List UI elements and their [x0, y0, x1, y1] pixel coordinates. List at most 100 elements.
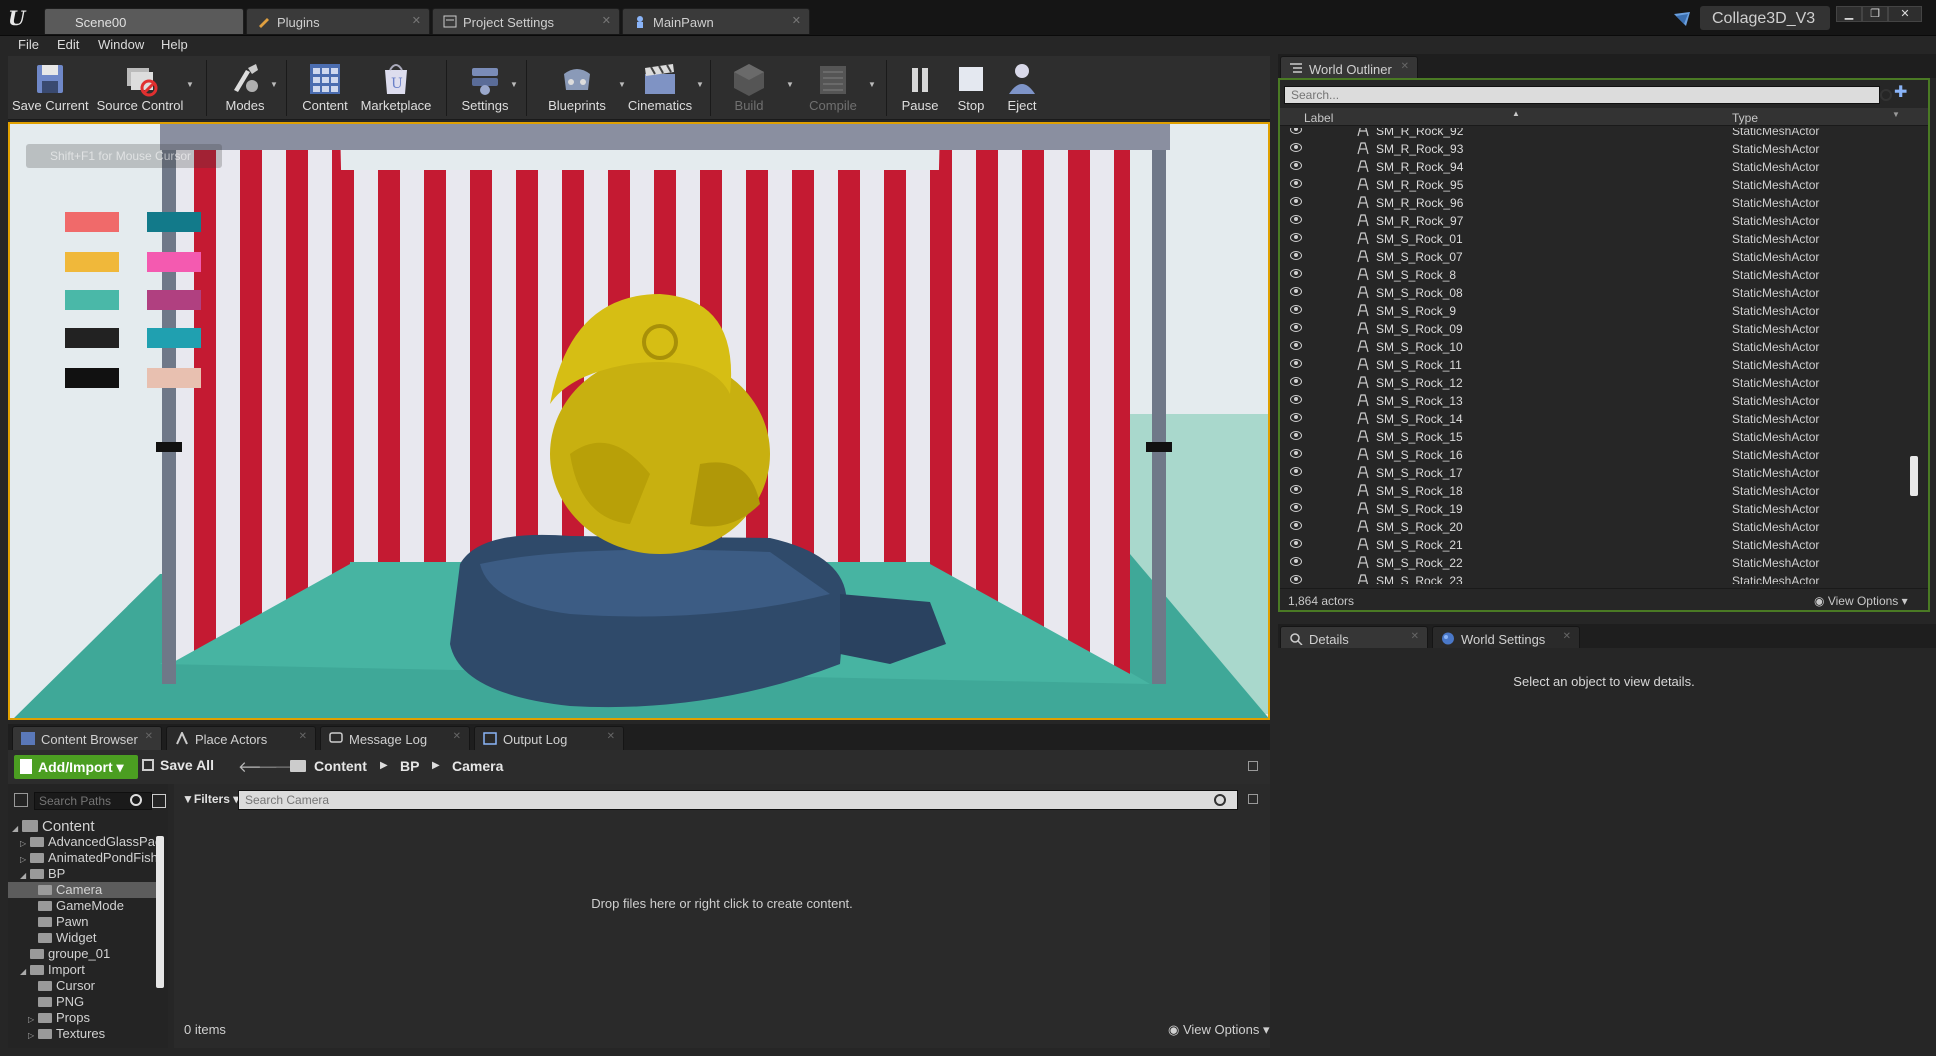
- visibility-eye-icon[interactable]: [1290, 143, 1302, 152]
- close-icon[interactable]: ✕: [1411, 631, 1419, 642]
- dropdown-arrow-icon[interactable]: ▼: [868, 80, 876, 89]
- outliner-row[interactable]: SM_R_Rock_93 StaticMeshActor: [1280, 140, 1928, 158]
- compile-button[interactable]: Compile ▼: [794, 56, 876, 120]
- view-options-button[interactable]: ◉ View Options ▾: [1814, 594, 1908, 608]
- tab-project-settings[interactable]: Project Settings ✕: [432, 8, 620, 34]
- outliner-search-input[interactable]: [1284, 86, 1880, 104]
- tab-message-log[interactable]: Message Log ✕: [320, 726, 470, 750]
- folder-tree-item[interactable]: PNG: [8, 994, 160, 1010]
- visibility-eye-icon[interactable]: [1290, 305, 1302, 314]
- filters-button[interactable]: ▼Filters ▾: [182, 792, 239, 806]
- outliner-row[interactable]: SM_S_Rock_22 StaticMeshActor: [1280, 554, 1928, 572]
- outliner-list[interactable]: SM_R_Rock_92 StaticMeshActor SM_R_Rock_93 S…: [1280, 128, 1928, 584]
- outliner-row[interactable]: SM_S_Rock_8 StaticMeshActor: [1280, 266, 1928, 284]
- outliner-row[interactable]: SM_S_Rock_01 StaticMeshActor: [1280, 230, 1928, 248]
- unreal-logo-icon[interactable]: U: [8, 6, 34, 30]
- column-label[interactable]: Label: [1304, 111, 1333, 125]
- visibility-eye-icon[interactable]: [1290, 431, 1302, 440]
- content-button[interactable]: Content: [294, 56, 356, 120]
- dropdown-arrow-icon[interactable]: ▼: [510, 80, 518, 89]
- folder-tree-item[interactable]: Camera: [8, 882, 160, 898]
- expand-arrow-icon[interactable]: ▷: [28, 1031, 38, 1040]
- level-viewport[interactable]: Shift+F1 for Mouse Cursor: [8, 122, 1270, 720]
- outliner-row[interactable]: SM_S_Rock_08 StaticMeshActor: [1280, 284, 1928, 302]
- close-button[interactable]: ✕: [1888, 6, 1922, 22]
- breadcrumb-bp[interactable]: BP: [400, 758, 419, 774]
- close-icon[interactable]: ✕: [607, 731, 615, 742]
- outliner-row[interactable]: SM_S_Rock_16 StaticMeshActor: [1280, 446, 1928, 464]
- folder-tree-item[interactable]: ◢ BP: [8, 866, 160, 882]
- cinematics-button[interactable]: Cinematics ▼: [620, 56, 704, 120]
- visibility-eye-icon[interactable]: [1290, 128, 1302, 134]
- save-search-icon[interactable]: [1248, 794, 1258, 804]
- visibility-eye-icon[interactable]: [1290, 575, 1302, 584]
- close-icon[interactable]: ✕: [145, 731, 153, 742]
- close-icon[interactable]: ✕: [792, 14, 801, 27]
- outliner-row[interactable]: SM_S_Rock_23 StaticMeshActor: [1280, 572, 1928, 584]
- breadcrumb-camera[interactable]: Camera: [452, 758, 503, 774]
- visibility-eye-icon[interactable]: [1290, 161, 1302, 170]
- visibility-eye-icon[interactable]: [1290, 215, 1302, 224]
- visibility-eye-icon[interactable]: [1290, 467, 1302, 476]
- folder-tree-item[interactable]: ▷ Props: [8, 1010, 160, 1026]
- folder-tree-item[interactable]: Pawn: [8, 914, 160, 930]
- outliner-row[interactable]: SM_R_Rock_97 StaticMeshActor: [1280, 212, 1928, 230]
- outliner-row[interactable]: SM_S_Rock_09 StaticMeshActor: [1280, 320, 1928, 338]
- close-icon[interactable]: ✕: [453, 731, 461, 742]
- expand-arrow-icon[interactable]: ▷: [20, 839, 30, 848]
- folder-tree-item[interactable]: ▷ AdvancedGlassPack: [8, 834, 160, 850]
- outliner-row[interactable]: SM_S_Rock_17 StaticMeshActor: [1280, 464, 1928, 482]
- expand-arrow-icon[interactable]: ▷: [20, 855, 30, 864]
- breadcrumb-content[interactable]: Content: [314, 758, 367, 774]
- source-control-button[interactable]: Source Control ▼: [92, 56, 194, 120]
- expand-arrow-icon[interactable]: ▷: [28, 1015, 38, 1024]
- eject-button[interactable]: Eject: [998, 56, 1046, 120]
- tab-place-actors[interactable]: Place Actors ✕: [166, 726, 316, 750]
- outliner-row[interactable]: SM_S_Rock_9 StaticMeshActor: [1280, 302, 1928, 320]
- outliner-row[interactable]: SM_R_Rock_92 StaticMeshActor: [1280, 128, 1928, 140]
- close-icon[interactable]: ✕: [412, 14, 421, 27]
- visibility-eye-icon[interactable]: [1290, 539, 1302, 548]
- visibility-eye-icon[interactable]: [1290, 323, 1302, 332]
- outliner-row[interactable]: SM_S_Rock_15 StaticMeshActor: [1280, 428, 1928, 446]
- visibility-eye-icon[interactable]: [1290, 251, 1302, 260]
- outliner-row[interactable]: SM_S_Rock_12 StaticMeshActor: [1280, 374, 1928, 392]
- search-icon[interactable]: [130, 794, 142, 806]
- outliner-row[interactable]: SM_S_Rock_20 StaticMeshActor: [1280, 518, 1928, 536]
- visibility-eye-icon[interactable]: [1290, 341, 1302, 350]
- outliner-row[interactable]: SM_R_Rock_94 StaticMeshActor: [1280, 158, 1928, 176]
- tab-mainpawn[interactable]: MainPawn ✕: [622, 8, 810, 34]
- visibility-eye-icon[interactable]: [1290, 287, 1302, 296]
- dropdown-arrow-icon[interactable]: ▼: [786, 80, 794, 89]
- tab-world-outliner[interactable]: World Outliner ✕: [1280, 56, 1418, 80]
- expand-arrow-icon[interactable]: ◢: [12, 824, 22, 833]
- tab-world-settings[interactable]: World Settings ✕: [1432, 626, 1580, 650]
- visibility-eye-icon[interactable]: [1290, 377, 1302, 386]
- menu-file[interactable]: File: [18, 37, 39, 52]
- save-current-button[interactable]: Save Current: [12, 56, 89, 120]
- folder-tree-item[interactable]: ◢ Import: [8, 962, 160, 978]
- tab-scene00[interactable]: Scene00: [44, 8, 244, 34]
- breadcrumb-separator-icon[interactable]: ▶: [432, 760, 440, 771]
- outliner-row[interactable]: SM_S_Rock_07 StaticMeshActor: [1280, 248, 1928, 266]
- search-icon[interactable]: [1214, 794, 1226, 806]
- folder-tree-item[interactable]: ◢ Content: [8, 818, 160, 834]
- modes-button[interactable]: Modes ▼: [214, 56, 278, 120]
- outliner-row[interactable]: SM_S_Rock_21 StaticMeshActor: [1280, 536, 1928, 554]
- tab-plugins[interactable]: Plugins ✕: [246, 8, 430, 34]
- tab-content-browser[interactable]: Content Browser ✕: [12, 726, 162, 750]
- asset-view[interactable]: ▼Filters ▾ Drop files here or right clic…: [174, 784, 1270, 1048]
- close-icon[interactable]: ✕: [1563, 631, 1571, 642]
- outliner-scrollbar[interactable]: [1910, 456, 1918, 496]
- add-actor-icon[interactable]: ✚: [1894, 85, 1910, 102]
- marketplace-button[interactable]: U Marketplace: [356, 56, 436, 120]
- build-button[interactable]: Build ▼: [718, 56, 794, 120]
- outliner-row[interactable]: SM_S_Rock_19 StaticMeshActor: [1280, 500, 1928, 518]
- sources-scrollbar[interactable]: [156, 836, 164, 988]
- folder-tree-item[interactable]: Widget: [8, 930, 160, 946]
- visibility-eye-icon[interactable]: [1290, 485, 1302, 494]
- column-menu-icon[interactable]: ▼: [1892, 110, 1900, 119]
- dropdown-arrow-icon[interactable]: ▼: [270, 80, 278, 89]
- outliner-row[interactable]: SM_R_Rock_95 StaticMeshActor: [1280, 176, 1928, 194]
- visibility-eye-icon[interactable]: [1290, 395, 1302, 404]
